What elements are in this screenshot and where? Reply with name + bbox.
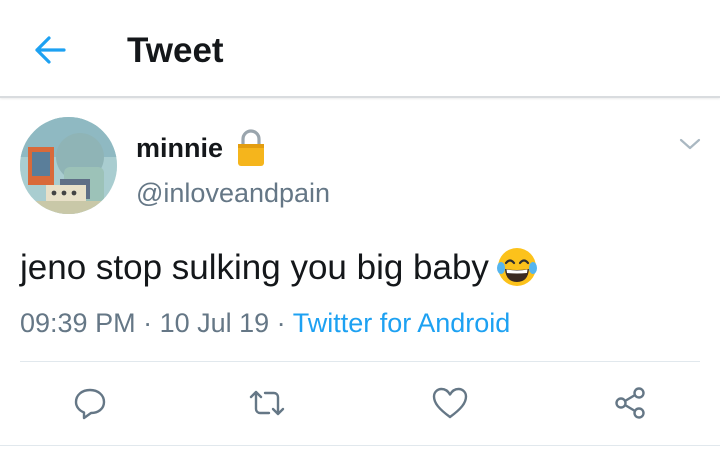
retweet-icon: [249, 390, 285, 416]
back-button[interactable]: [28, 28, 72, 72]
reply-button[interactable]: [65, 378, 115, 428]
face-with-tears-of-joy-icon: [496, 248, 537, 286]
reply-icon: [74, 388, 106, 420]
tweet-text: jeno stop sulking you big baby: [20, 244, 539, 290]
retweet-button[interactable]: [242, 378, 292, 428]
tweet-options-button[interactable]: [676, 130, 704, 158]
tweet-time: 09:39 PM: [20, 308, 136, 338]
avatar-image: [20, 117, 117, 214]
arrow-left-icon: [35, 36, 66, 64]
tweet-actions: [0, 378, 720, 428]
app-header: Tweet: [0, 0, 720, 98]
divider: [20, 361, 700, 362]
tweet-text-body: jeno stop sulking you big baby: [20, 248, 489, 287]
chevron-down-icon: [679, 138, 701, 150]
page-title: Tweet: [127, 31, 224, 70]
like-button[interactable]: [425, 378, 475, 428]
meta-separator-2: ·: [269, 308, 293, 338]
user-handle[interactable]: @inloveandpain: [136, 176, 330, 210]
like-icon: [432, 387, 468, 419]
lock-icon: [238, 129, 264, 166]
share-icon: [615, 387, 645, 419]
tweet-source-link[interactable]: Twitter for Android: [293, 308, 511, 338]
share-button[interactable]: [605, 378, 655, 428]
display-name[interactable]: minnie: [136, 132, 223, 164]
avatar[interactable]: [20, 117, 117, 214]
bottom-divider: [0, 445, 720, 446]
tweet-meta: 09:39 PM · 10 Jul 19 · Twitter for Andro…: [20, 306, 510, 340]
tweet-date: 10 Jul 19: [159, 308, 270, 338]
meta-separator-1: ·: [135, 308, 160, 338]
